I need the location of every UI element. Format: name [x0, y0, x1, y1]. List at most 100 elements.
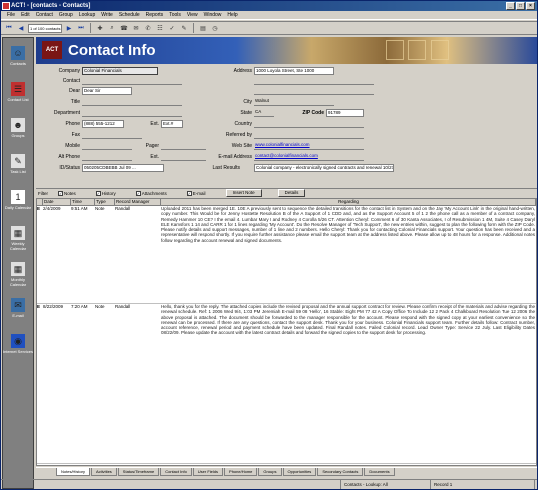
- previous-record-icon[interactable]: ◀: [16, 23, 26, 33]
- grid-column-record-manager[interactable]: Record Manager: [115, 199, 161, 205]
- title-field[interactable]: Title: [71, 98, 182, 106]
- nav-item-daily-calendar[interactable]: 1 Daily Calendar: [3, 188, 33, 216]
- new-contact-icon[interactable]: ✚: [95, 23, 105, 33]
- schedule-meeting-icon[interactable]: ☷: [155, 23, 165, 33]
- tab-status-timeframe[interactable]: Status/Timeframe: [117, 468, 160, 476]
- dear-field[interactable]: Dear Dear Sir: [69, 87, 132, 95]
- tab-activities[interactable]: Activities: [91, 468, 117, 476]
- country-field[interactable]: Country: [234, 120, 364, 128]
- menu-item-view[interactable]: View: [187, 11, 198, 19]
- next-record-icon[interactable]: ▶: [64, 23, 74, 33]
- nav-label: Task List: [10, 169, 26, 174]
- zip-code-field[interactable]: ZIP Code 91789: [302, 109, 364, 117]
- menu-bar: File Edit Contact Group Lookup Write Schedule R…: [1, 11, 537, 20]
- address-line2-field[interactable]: [254, 77, 374, 85]
- tab-phone-home[interactable]: Phone/Home: [224, 468, 258, 476]
- status-bar: Contacts - Lookup: All Record 1: [1, 479, 537, 489]
- tab-user-fields[interactable]: User Fields: [192, 468, 224, 476]
- grid-column-type[interactable]: Type: [95, 199, 115, 205]
- nav-item-task-list[interactable]: ✎ Task List: [3, 152, 33, 180]
- nav-item-contact-list[interactable]: ☰ Contact List: [3, 80, 33, 108]
- menu-item-tools[interactable]: Tools: [169, 11, 181, 19]
- email-address-field[interactable]: E-mail Address contact@colonialfinancial…: [218, 153, 364, 161]
- mobile-field[interactable]: Mobile: [65, 142, 132, 150]
- pager-field[interactable]: Pager: [146, 142, 206, 150]
- status-record: Record 1: [431, 480, 535, 489]
- menu-item-group[interactable]: Group: [59, 11, 73, 19]
- table-row[interactable]: E 2/4/2009 9:51 AM Note Randall Uploaded…: [37, 206, 536, 304]
- grid-column-time[interactable]: Time: [71, 199, 95, 205]
- grid-column-date[interactable]: Date: [43, 199, 71, 205]
- schedule-call-icon[interactable]: ✆: [143, 23, 153, 33]
- tab-opportunities[interactable]: Opportunities: [282, 468, 317, 476]
- details-button[interactable]: Details: [277, 189, 306, 197]
- menu-item-file[interactable]: File: [7, 11, 15, 19]
- notes-checkbox[interactable]: ✓ Notes: [58, 190, 76, 196]
- company-value[interactable]: Colonial Financials: [82, 67, 158, 75]
- tab-documents[interactable]: Documents: [364, 468, 395, 476]
- fax-field[interactable]: Fax: [72, 131, 142, 139]
- web-site-field[interactable]: Web Site www.colonialfinancials.com: [232, 142, 364, 150]
- notes-history-grid: Date Time Type Record Manager Regarding …: [36, 198, 537, 466]
- nav-item-groups[interactable]: ☻ Groups: [3, 116, 33, 144]
- email-checkbox[interactable]: ✓ E-mail: [186, 190, 206, 196]
- menu-item-lookup[interactable]: Lookup: [79, 11, 95, 19]
- phone-icon[interactable]: ☎: [119, 23, 129, 33]
- nav-item-email[interactable]: ✉ E-mail: [3, 296, 33, 324]
- menu-item-reports[interactable]: Reports: [146, 11, 164, 19]
- menu-item-window[interactable]: Window: [204, 11, 222, 19]
- address-line3-field[interactable]: [254, 87, 374, 95]
- table-row[interactable]: E 8/22/2009 7:20 AM Note Randall Hello, …: [37, 304, 536, 464]
- alt-phone-ext-field[interactable]: Ext.: [150, 153, 206, 161]
- email-tool-icon[interactable]: ✎: [179, 23, 189, 33]
- tab-groups[interactable]: Groups: [258, 468, 282, 476]
- window-title: ACT! - [contacts - Contacts]: [11, 3, 91, 9]
- first-record-icon[interactable]: ⏮: [4, 23, 14, 33]
- lookup-icon[interactable]: ⌕: [107, 23, 117, 33]
- insert-note-button[interactable]: Insert Note: [225, 189, 262, 197]
- history-checkbox[interactable]: ✓ History: [95, 190, 116, 196]
- tab-secondary-contacts[interactable]: Secondary Contacts: [317, 468, 364, 476]
- grid-column-regarding[interactable]: Regarding: [161, 199, 536, 205]
- nav-item-weekly-calendar[interactable]: ▦ Weekly Calendar: [3, 224, 33, 252]
- menu-item-edit[interactable]: Edit: [21, 11, 30, 19]
- filter-label: Filter: [38, 190, 48, 196]
- status-lookup: Contacts - Lookup: All: [341, 480, 431, 489]
- menu-item-write[interactable]: Write: [101, 11, 113, 19]
- attachments-checkbox[interactable]: ✓ Attachments: [135, 190, 167, 196]
- city-field[interactable]: City Walnut: [243, 98, 334, 106]
- address-field[interactable]: Address 1000 Loyola Street, Ste 1000: [234, 67, 334, 75]
- act-window: ACT! - [contacts - Contacts] _ □ × File E…: [0, 0, 538, 490]
- alt-phone-field[interactable]: Alt Phone: [58, 153, 132, 161]
- schedule-todo-icon[interactable]: ✓: [167, 23, 177, 33]
- maximize-button[interactable]: □: [516, 2, 525, 10]
- toolbar-separator: [90, 23, 91, 33]
- tab-contact-info[interactable]: Contact Info: [160, 468, 192, 476]
- history-icon[interactable]: ◷: [210, 23, 220, 33]
- notes-icon[interactable]: ▤: [198, 23, 208, 33]
- phone-field[interactable]: Phone (888) 555-1212: [66, 120, 124, 128]
- phone-ext-field[interactable]: Ext. Ext.#: [150, 120, 183, 128]
- contact-field[interactable]: Contact: [63, 77, 182, 85]
- menu-item-contact[interactable]: Contact: [36, 11, 53, 19]
- company-field[interactable]: Company Colonial Financials: [59, 67, 158, 75]
- nav-item-internet[interactable]: ◉ Internet Services: [3, 332, 33, 360]
- nav-item-monthly-calendar[interactable]: ▦ Monthly Calendar: [3, 260, 33, 288]
- department-field[interactable]: Department: [54, 109, 182, 117]
- nav-label: Weekly Calendar: [9, 241, 27, 251]
- write-letter-icon[interactable]: ✉: [131, 23, 141, 33]
- referred-by-field[interactable]: Referred by: [226, 131, 364, 139]
- nav-item-contacts[interactable]: ☺ Contacts: [3, 44, 33, 72]
- tab-notes-history[interactable]: Notes/History: [56, 468, 91, 476]
- minimize-button[interactable]: _: [506, 2, 515, 10]
- menu-item-schedule[interactable]: Schedule: [119, 11, 140, 19]
- toolbar-separator: [193, 23, 194, 33]
- last-results-field[interactable]: Last Results Colonial company - electron…: [212, 164, 394, 172]
- title-bar: ACT! - [contacts - Contacts] _ □ ×: [1, 1, 537, 11]
- id-status-field[interactable]: ID/Status 050205CDBEBB Jul 09 ...: [59, 164, 164, 172]
- state-field[interactable]: State CA: [240, 109, 274, 117]
- menu-item-help[interactable]: Help: [227, 11, 237, 19]
- record-counter: 1 of 100 contacts: [28, 23, 62, 33]
- last-record-icon[interactable]: ⏭: [76, 23, 86, 33]
- close-button[interactable]: ×: [526, 2, 535, 10]
